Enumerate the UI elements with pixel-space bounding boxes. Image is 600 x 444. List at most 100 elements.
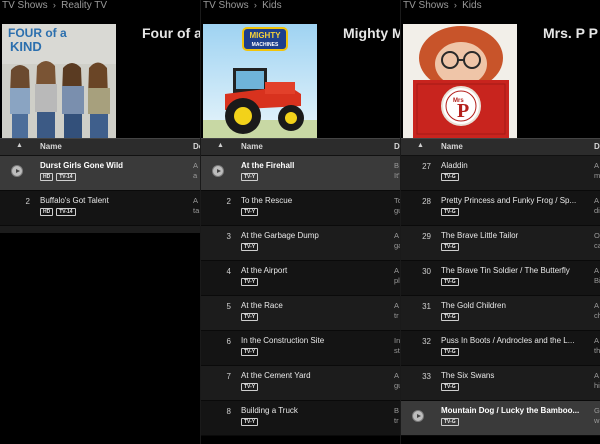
- episode-badges: HD TV-14: [40, 173, 79, 182]
- table-row[interactable]: 2 To the Rescue TV-Y Togu: [201, 191, 401, 226]
- rating-badge: TV-Y: [241, 208, 259, 216]
- hd-badge: HD: [40, 173, 54, 181]
- table-footer: [0, 226, 200, 233]
- column-header-name[interactable]: Name: [40, 142, 62, 151]
- rating-badge: TV-G: [441, 313, 459, 321]
- episode-name: In the Construction Site: [241, 336, 325, 345]
- rating-badge: TV-G: [441, 348, 459, 356]
- episode-name: The Gold Children: [441, 301, 506, 310]
- show-title: Mrs. P P: [543, 25, 598, 41]
- breadcrumb-category[interactable]: Kids: [462, 0, 481, 11]
- table-row[interactable]: 5 At the Race TV-Y Atr: [201, 296, 401, 331]
- episode-name: Puss In Boots / Androcles and the L...: [441, 336, 575, 345]
- episode-name: To the Rescue: [241, 196, 293, 205]
- rating-badge: TV-G: [441, 418, 459, 426]
- column-header-description[interactable]: De: [594, 142, 600, 151]
- rating-badge: TV-Y: [241, 243, 259, 251]
- breadcrumb-tv-shows[interactable]: TV Shows: [203, 0, 249, 11]
- table-header: ▲ Name De: [0, 138, 200, 156]
- episode-number: 2: [226, 197, 231, 206]
- episode-badges: TV-G: [441, 348, 462, 357]
- table-header: ▲ Name De: [201, 138, 401, 156]
- rating-badge: TV-G: [441, 278, 459, 286]
- breadcrumb: TV Shows › Kids: [203, 0, 282, 12]
- table-row[interactable]: 6 In the Construction Site TV-Y In st: [201, 331, 401, 366]
- table-row[interactable]: 30 The Brave Tin Soldier / The Butterfly…: [401, 261, 600, 296]
- episode-name: Pretty Princess and Funky Frog / Sp...: [441, 196, 577, 205]
- play-icon[interactable]: [412, 410, 424, 422]
- table-row[interactable]: 33 The Six Swans TV-G Ahi: [401, 366, 600, 401]
- breadcrumb-tv-shows[interactable]: TV Shows: [403, 0, 449, 11]
- column-header-description[interactable]: De: [193, 142, 200, 151]
- svg-text:P: P: [457, 100, 469, 122]
- episode-name: At the Cement Yard: [241, 371, 311, 380]
- episode-name: Building a Truck: [241, 406, 298, 415]
- episode-number: 3: [226, 232, 231, 241]
- episode-number: 4: [226, 267, 231, 276]
- breadcrumb-category[interactable]: Reality TV: [61, 0, 107, 11]
- show-cover-art[interactable]: FOUR of a KIND: [2, 24, 116, 138]
- table-row[interactable]: 4 At the Airport TV-Y Apl: [201, 261, 401, 296]
- sort-ascending-icon[interactable]: ▲: [217, 142, 224, 149]
- table-row[interactable]: 7 At the Cement Yard TV-Y Agu: [201, 366, 401, 401]
- table-row[interactable]: 28 Pretty Princess and Funky Frog / Sp..…: [401, 191, 600, 226]
- episode-description: Adi: [594, 196, 600, 215]
- panel-mrs-p: TV Shows › Kids Mrs P Mrs. P P ▲ Name De: [400, 0, 600, 444]
- episode-number: 7: [226, 372, 231, 381]
- breadcrumb-tv-shows[interactable]: TV Shows: [2, 0, 48, 11]
- rating-badge: TV-Y: [241, 173, 259, 181]
- table-row[interactable]: 32 Puss In Boots / Androcles and the L..…: [401, 331, 600, 366]
- episode-name: The Brave Tin Soldier / The Butterfly: [441, 266, 570, 275]
- table-row[interactable]: 29 The Brave Little Tailor TV-G Oca: [401, 226, 600, 261]
- episode-number: 28: [422, 197, 431, 206]
- episode-badges: TV-G: [441, 313, 462, 322]
- show-title: Four of a: [142, 25, 200, 41]
- chevron-right-icon: ›: [52, 0, 56, 10]
- table-row[interactable]: 2 Buffalo's Got Talent HD TV-14 Ata: [0, 191, 200, 226]
- episode-badges: TV-G: [441, 208, 462, 217]
- episode-description: Oca: [594, 231, 600, 250]
- rating-badge: TV-14: [56, 173, 76, 181]
- episode-badges: TV-Y: [241, 313, 261, 322]
- episode-number: 2: [25, 197, 30, 206]
- episode-number: 8: [226, 407, 231, 416]
- play-icon[interactable]: [212, 165, 224, 177]
- svg-text:MIGHTY: MIGHTY: [249, 31, 281, 40]
- rating-badge: TV-Y: [241, 418, 259, 426]
- table-row[interactable]: At the Firehall TV-Y B It': [201, 156, 401, 191]
- table-row[interactable]: Durst Girls Gone Wild HD TV-14 Aa: [0, 156, 200, 191]
- episode-name: At the Airport: [241, 266, 288, 275]
- table-row[interactable]: 3 At the Garbage Dump TV-Y Aga: [201, 226, 401, 261]
- episode-description: Am: [594, 161, 600, 180]
- table-row[interactable]: 31 The Gold Children TV-G Ach: [401, 296, 600, 331]
- sort-ascending-icon[interactable]: ▲: [417, 142, 424, 149]
- episode-description: Ach: [594, 301, 600, 320]
- column-header-name[interactable]: Name: [441, 142, 463, 151]
- episode-number: 29: [422, 232, 431, 241]
- episode-name: The Six Swans: [441, 371, 495, 380]
- show-cover-art[interactable]: Mrs P: [403, 24, 517, 138]
- episode-number: 27: [422, 162, 431, 171]
- episode-badges: TV-G: [441, 243, 462, 252]
- rating-badge: TV-14: [56, 208, 76, 216]
- episode-badges: TV-Y: [241, 418, 261, 427]
- episode-badges: TV-Y: [241, 243, 261, 252]
- table-row[interactable]: Mountain Dog / Lucky the Bamboo... TV-G …: [401, 401, 600, 436]
- episode-badges: TV-G: [441, 173, 462, 182]
- table-row[interactable]: 8 Building a Truck TV-Y Btr: [201, 401, 401, 436]
- column-header-name[interactable]: Name: [241, 142, 263, 151]
- sort-ascending-icon[interactable]: ▲: [16, 142, 23, 149]
- episode-description: Ahi: [594, 371, 600, 390]
- episode-name: At the Race: [241, 301, 283, 310]
- episode-name: Buffalo's Got Talent: [40, 196, 109, 205]
- episode-number: 6: [226, 337, 231, 346]
- panel-mighty-machines: TV Shows › Kids MIGHTY MACHINES Mighty M: [200, 0, 401, 444]
- rating-badge: TV-Y: [241, 278, 259, 286]
- table-row[interactable]: 27 Aladdin TV-G Am: [401, 156, 600, 191]
- svg-text:FOUR of a: FOUR of a: [8, 26, 67, 40]
- show-cover-art[interactable]: MIGHTY MACHINES: [203, 24, 317, 138]
- breadcrumb-category[interactable]: Kids: [262, 0, 281, 11]
- episode-badges: TV-G: [441, 278, 462, 287]
- play-icon[interactable]: [11, 165, 23, 177]
- rating-badge: TV-G: [441, 243, 459, 251]
